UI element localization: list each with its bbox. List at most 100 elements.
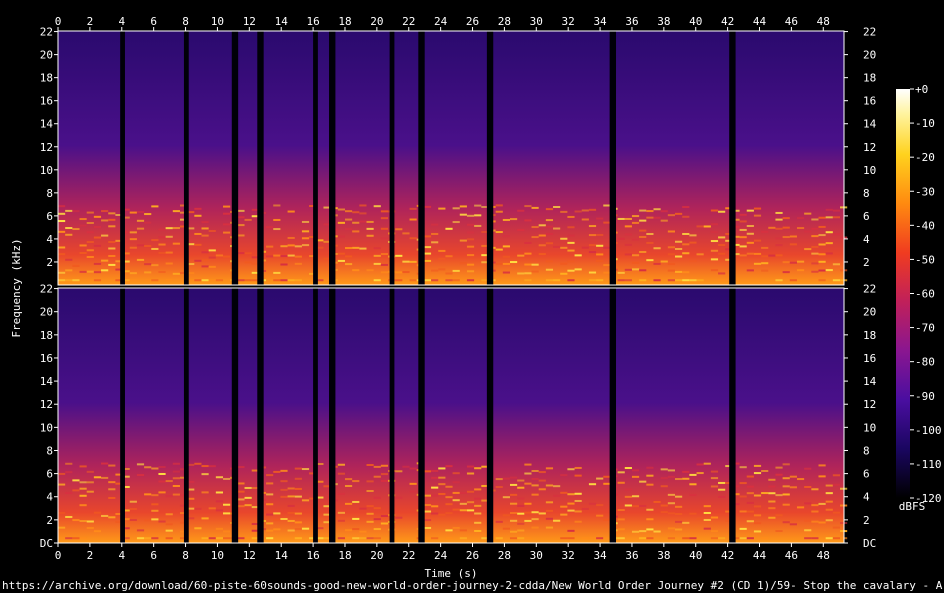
harmonic-band [653,216,661,219]
harmonic-band [775,211,783,214]
harmonic-band [646,474,654,477]
harmonic-band [366,234,374,237]
silent-gap [389,288,395,543]
harmonic-band [58,537,66,540]
y-tick-label-left: 14 [40,375,54,388]
harmonic-band [696,463,704,466]
silent-gap [257,31,264,285]
harmonic-band [761,230,769,233]
harmonic-band [165,235,173,238]
harmonic-band [804,212,812,215]
harmonic-band [273,228,281,231]
harmonic-band [273,528,281,531]
harmonic-band [696,517,704,520]
harmonic-band [761,262,769,265]
harmonic-band [395,470,403,473]
harmonic-band [560,246,568,249]
y-tick-label-left: 20 [40,49,53,62]
harmonic-band [108,225,116,228]
harmonic-band [237,537,245,540]
harmonic-band [158,480,166,483]
harmonic-band [151,494,159,497]
harmonic-band [646,483,654,486]
colorbar-tick-label: -30 [915,185,935,198]
x-tick-label-bottom: 18 [338,549,351,562]
harmonic-band [215,491,224,494]
harmonic-band [588,271,597,274]
harmonic-band [746,520,754,523]
harmonic-band [718,279,726,282]
harmonic-band [294,467,302,470]
harmonic-band [696,253,704,256]
harmonic-band [79,224,87,227]
harmonic-band [194,207,202,210]
harmonic-band [574,499,582,502]
harmonic-band [108,212,116,215]
harmonic-band [129,518,137,521]
harmonic-band [438,513,446,516]
harmonic-band [273,218,281,221]
harmonic-band [223,530,231,533]
harmonic-band [682,521,690,524]
harmonic-band [58,220,66,223]
harmonic-band [796,227,805,230]
harmonic-band [101,476,109,479]
harmonic-band [409,237,417,240]
harmonic-band [646,216,654,219]
harmonic-band [753,505,762,508]
harmonic-band [538,224,546,227]
harmonic-band [524,263,532,266]
harmonic-band [675,240,683,243]
harmonic-band [639,279,647,282]
harmonic-band [380,279,389,282]
harmonic-band [517,512,525,515]
harmonic-band [337,235,345,238]
harmonic-band [266,482,274,485]
x-tick-label-bottom: 4 [118,549,125,562]
harmonic-band [423,205,432,208]
harmonic-band [72,264,80,267]
harmonic-band [151,467,159,470]
harmonic-band [710,537,719,540]
harmonic-band [273,204,281,207]
harmonic-band [108,241,116,244]
harmonic-band [72,519,80,522]
harmonic-band [380,271,389,274]
harmonic-band [208,249,216,252]
harmonic-band [294,279,302,282]
harmonic-band [280,518,288,521]
harmonic-band [811,520,819,523]
harmonic-band [761,492,769,495]
harmonic-band [818,475,826,478]
harmonic-band [761,269,769,272]
harmonic-band [832,263,841,266]
harmonic-band [574,492,582,495]
harmonic-band [545,467,554,470]
harmonic-band [818,234,826,237]
harmonic-band [538,512,546,515]
harmonic-band [617,279,625,282]
harmonic-band [710,249,719,252]
harmonic-band [208,279,216,282]
harmonic-band [789,486,797,489]
silent-gap [486,288,494,543]
harmonic-band [524,219,532,222]
harmonic-band [545,225,554,228]
harmonic-band [58,212,66,215]
harmonic-band [517,209,525,212]
harmonic-band [703,462,711,465]
harmonic-band [294,255,302,258]
harmonic-band [373,496,381,499]
harmonic-band [811,537,819,540]
harmonic-band [287,236,295,239]
harmonic-band [101,210,109,213]
harmonic-band [739,254,747,257]
x-tick-label-bottom: 14 [275,549,289,562]
harmonic-band [553,485,561,488]
harmonic-band [739,537,747,540]
harmonic-band [753,207,762,210]
harmonic-band [588,225,597,228]
x-tick-label-top: 16 [306,15,319,28]
harmonic-band [431,241,439,244]
harmonic-band [718,252,726,255]
